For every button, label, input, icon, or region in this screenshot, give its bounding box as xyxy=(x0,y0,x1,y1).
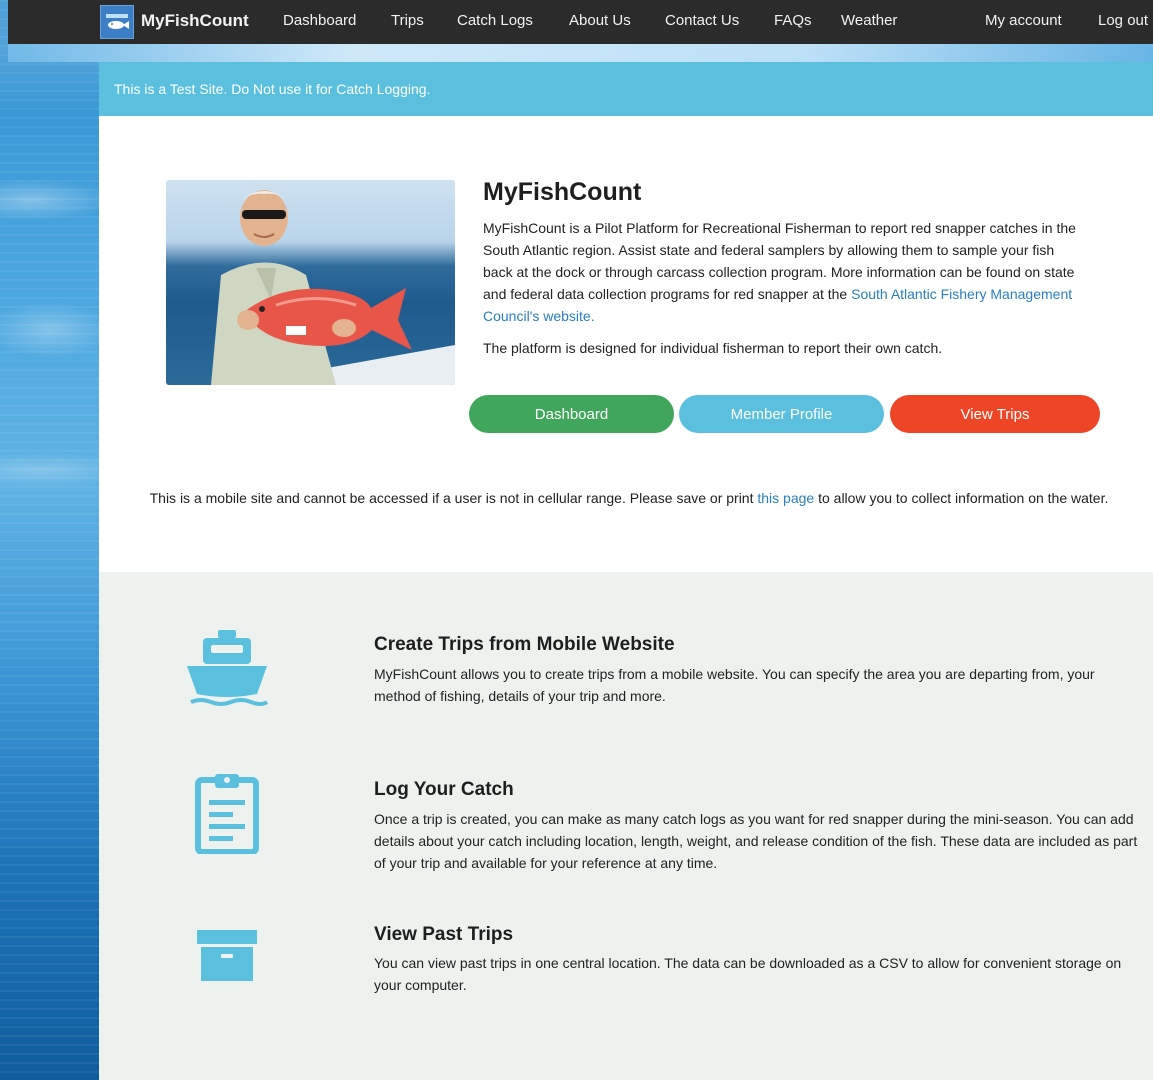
dashboard-button[interactable]: Dashboard xyxy=(469,395,674,433)
nav-catch-logs[interactable]: Catch Logs xyxy=(457,12,533,29)
nav-about-us[interactable]: About Us xyxy=(569,12,631,29)
hero-description: MyFishCount is a Pilot Platform for Recr… xyxy=(483,217,1083,327)
feature-text-create-trips: MyFishCount allows you to create trips f… xyxy=(374,666,1095,704)
nav-brand[interactable]: MyFishCount xyxy=(141,11,249,31)
feature-title-log-catch: Log Your Catch xyxy=(374,779,514,800)
mobile-note-text-after: to allow you to collect information on t… xyxy=(814,490,1109,506)
feature-text-view-past-trips: You can view past trips in one central l… xyxy=(374,955,1122,993)
clipboard-icon xyxy=(195,772,259,859)
nav-trips[interactable]: Trips xyxy=(391,12,424,29)
hero-section: MyFishCount MyFishCount is a Pilot Platf… xyxy=(99,116,1153,572)
hero-note: The platform is designed for individual … xyxy=(483,340,943,356)
feature-title-create-trips: Create Trips from Mobile Website xyxy=(374,634,675,655)
hero-title: MyFishCount xyxy=(483,178,642,206)
nav-contact-us[interactable]: Contact Us xyxy=(665,12,739,29)
fish-logo-icon xyxy=(106,14,129,29)
mobile-note-text-before: This is a mobile site and cannot be acce… xyxy=(149,490,758,506)
test-site-alert: This is a Test Site. Do Not use it for C… xyxy=(99,62,1153,116)
archive-box-icon xyxy=(197,930,257,989)
top-navbar: MyFishCount Dashboard Trips Catch Logs A… xyxy=(8,0,1153,44)
fisherman-with-snapper-image xyxy=(211,190,455,385)
alert-text: This is a Test Site. Do Not use it for C… xyxy=(114,81,431,97)
fisherman-photo xyxy=(166,180,455,385)
nav-faqs[interactable]: FAQs xyxy=(774,12,812,29)
header-banner-strip xyxy=(8,44,1153,62)
mobile-site-note: This is a mobile site and cannot be acce… xyxy=(139,487,1119,509)
nav-dashboard[interactable]: Dashboard xyxy=(283,12,356,29)
nav-my-account[interactable]: My account xyxy=(985,12,1062,29)
this-page-link[interactable]: this page xyxy=(757,490,814,506)
site-logo[interactable] xyxy=(100,5,134,39)
feature-title-view-past-trips: View Past Trips xyxy=(374,924,514,945)
features-section: Create Trips from Mobile Website MyFishC… xyxy=(99,572,1153,1080)
nav-logout[interactable]: Log out xyxy=(1098,12,1148,29)
member-profile-button[interactable]: Member Profile xyxy=(679,395,884,433)
view-trips-button[interactable]: View Trips xyxy=(890,395,1100,433)
nav-weather[interactable]: Weather xyxy=(841,12,897,29)
boat-icon xyxy=(185,628,269,715)
feature-text-log-catch: Once a trip is created, you can make as … xyxy=(374,811,1138,871)
